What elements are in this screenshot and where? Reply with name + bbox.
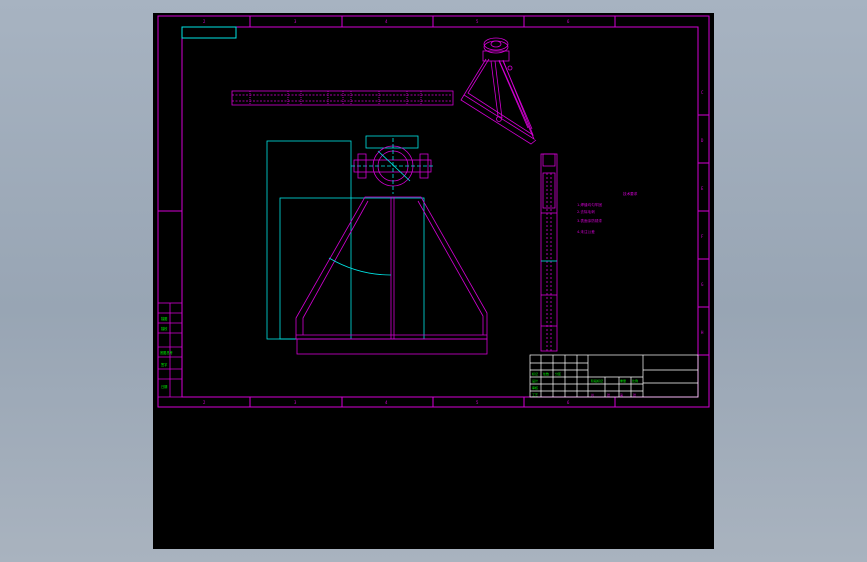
notes-line-3: 3.表面涂防锈漆 (577, 218, 602, 223)
isometric-frame-view (460, 37, 537, 145)
inner-border (181, 26, 699, 398)
zone-label-bottom-2: 3 (294, 400, 297, 405)
notes-line-1: 1.焊缝均匀牢固 (577, 202, 602, 207)
zone-label-top-2: 3 (294, 19, 297, 24)
zone-label-top-1: 2 (203, 19, 206, 24)
tb-label-5: 审核 (532, 385, 538, 390)
zone-label-right-5: G (701, 282, 704, 287)
title-block (529, 354, 699, 398)
cad-drawing-canvas[interactable]: 2 3 4 5 6 2 3 4 5 6 C D E F G H 描图 描校 底图… (153, 13, 714, 549)
notes-line-4: 4.未注公差 (577, 229, 595, 234)
stamp-label-2: 描校 (161, 326, 168, 331)
tb-label-12: 第 (620, 392, 623, 397)
technical-notes: 技术要求 1.焊缝均匀牢固 2.去除毛刺 3.表面涂防锈漆 4.未注公差 (577, 191, 638, 234)
side-view-bar (540, 153, 558, 352)
stamp-label-3: 底图总号 (160, 350, 173, 355)
zone-label-top-3: 4 (385, 19, 388, 24)
tb-label-13: 张 (633, 392, 636, 397)
zone-label-right-2: D (701, 138, 704, 143)
stamp-label-4: 签字 (161, 362, 167, 367)
corner-box-top-left (181, 26, 237, 39)
zone-label-right-6: H (701, 330, 704, 335)
zone-label-right-1: C (701, 90, 704, 95)
tb-label-1: 标记 (532, 371, 538, 376)
zone-label-bottom-5: 6 (567, 400, 570, 405)
zone-labels: 2 3 4 5 6 2 3 4 5 6 C D E F G H (203, 19, 704, 405)
left-stamp-labels: 描图 描校 底图总号 签字 日期 (160, 316, 173, 389)
drawing-frame (157, 15, 710, 408)
stamp-label-5: 日期 (161, 384, 167, 389)
cad-viewport[interactable]: 2 3 4 5 6 2 3 4 5 6 C D E F G H 描图 描校 底图… (153, 13, 714, 549)
zone-label-right-4: F (701, 234, 704, 239)
zone-label-bottom-3: 4 (385, 400, 388, 405)
zone-label-top-5: 6 (567, 19, 570, 24)
zone-label-top-4: 5 (476, 19, 479, 24)
front-view (266, 135, 488, 355)
tb-label-9: 比例 (632, 378, 638, 383)
tb-label-3: 分区 (555, 371, 561, 376)
notes-line-2: 2.去除毛刺 (577, 209, 595, 214)
tb-label-7: 阶段标记 (591, 378, 603, 383)
zone-label-right-3: E (701, 186, 704, 191)
tb-label-4: 设计 (532, 378, 538, 383)
tb-label-10: 共 (591, 392, 594, 397)
outer-border (157, 15, 710, 408)
stamp-label-1: 描图 (161, 316, 167, 321)
cyan-bottom-strip (296, 338, 488, 355)
notes-heading: 技术要求 (623, 191, 638, 196)
zone-label-bottom-4: 5 (476, 400, 479, 405)
tb-label-11: 张 (607, 392, 610, 397)
flat-bar-part (231, 90, 454, 106)
zone-label-bottom-1: 2 (203, 400, 206, 405)
tb-label-2: 处数 (543, 371, 549, 376)
tb-label-6: 工艺 (532, 392, 538, 397)
tb-label-8: 重量 (620, 378, 626, 383)
